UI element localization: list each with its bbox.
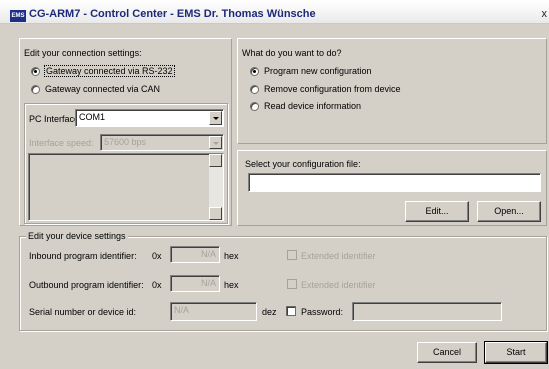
chevron-down-icon[interactable]: [209, 111, 222, 125]
inbound-extended-checkbox[interactable]: [287, 250, 297, 260]
app-logo-icon: EMS: [10, 10, 26, 22]
action-panel: What do you want to do? Program new conf…: [237, 38, 547, 144]
window-title: CG-ARM7 - Control Center - EMS Dr. Thoma…: [29, 8, 316, 20]
action-heading: What do you want to do?: [242, 48, 342, 58]
inbound-prefix: 0x: [152, 251, 162, 261]
pc-interface-value: COM1: [79, 112, 106, 122]
info-list-box[interactable]: [28, 153, 224, 221]
outbound-hex-unit: hex: [224, 280, 239, 290]
password-input[interactable]: [352, 302, 502, 321]
connection-settings-heading: Edit your connection settings:: [24, 48, 142, 58]
inbound-input[interactable]: N/A: [170, 246, 220, 263]
scroll-down-icon[interactable]: [209, 207, 222, 220]
outbound-input[interactable]: N/A: [170, 275, 220, 292]
connection-settings-panel: Edit your connection settings: Gateway c…: [19, 38, 232, 226]
config-file-label: Select your configuration file:: [245, 159, 361, 169]
interface-speed-label: Interface speed:: [29, 138, 94, 148]
inbound-extended-label[interactable]: Extended identifier: [301, 251, 376, 261]
cancel-button[interactable]: Cancel: [417, 342, 477, 363]
open-button[interactable]: Open...: [477, 201, 541, 222]
password-label[interactable]: Password:: [301, 307, 343, 317]
radio-remove-config-indicator[interactable]: [250, 85, 259, 94]
interface-speed-value: 57600 bps: [104, 137, 147, 147]
pc-interface-label: PC Interface:: [29, 114, 82, 124]
outbound-prefix: 0x: [152, 280, 162, 290]
config-file-input[interactable]: [248, 173, 541, 192]
start-button[interactable]: Start: [484, 341, 548, 364]
title-bar: EMS CG-ARM7 - Control Center - EMS Dr. T…: [0, 0, 549, 24]
radio-read-info-indicator[interactable]: [250, 102, 259, 111]
radio-can-label[interactable]: Gateway connected via CAN: [45, 84, 160, 94]
edit-button[interactable]: Edit...: [405, 201, 469, 222]
config-file-panel: Select your configuration file: Edit... …: [237, 150, 547, 226]
control-center-window: EMS CG-ARM7 - Control Center - EMS Dr. T…: [0, 0, 549, 369]
radio-remove-config-label[interactable]: Remove configuration from device: [264, 84, 401, 94]
radio-program-new-indicator[interactable]: [250, 67, 259, 76]
password-checkbox[interactable]: [286, 306, 296, 316]
serial-label: Serial number or device id:: [29, 307, 137, 317]
radio-program-new-label[interactable]: Program new configuration: [264, 66, 372, 76]
radio-read-info-label[interactable]: Read device information: [264, 101, 361, 111]
scrollbar[interactable]: [209, 154, 223, 220]
outbound-extended-label[interactable]: Extended identifier: [301, 280, 376, 290]
inbound-hex-unit: hex: [224, 251, 239, 261]
chevron-down-icon[interactable]: [209, 136, 222, 149]
inbound-label: Inbound program identifier:: [29, 251, 137, 261]
radio-rs232-indicator[interactable]: [31, 67, 40, 76]
outbound-label: Outbound program identifier:: [29, 280, 144, 290]
interface-speed-select[interactable]: 57600 bps: [100, 134, 224, 151]
device-settings-heading: Edit your device settings: [26, 231, 128, 241]
serial-input[interactable]: N/A: [170, 302, 257, 321]
scroll-up-icon[interactable]: [209, 154, 222, 167]
radio-can-indicator[interactable]: [31, 85, 40, 94]
outbound-extended-checkbox[interactable]: [287, 279, 297, 289]
close-icon[interactable]: x: [542, 8, 548, 20]
pc-interface-select[interactable]: COM1: [75, 109, 224, 127]
radio-rs232-label[interactable]: Gateway connected via RS-232: [44, 65, 175, 77]
serial-dez-unit: dez: [262, 307, 277, 317]
